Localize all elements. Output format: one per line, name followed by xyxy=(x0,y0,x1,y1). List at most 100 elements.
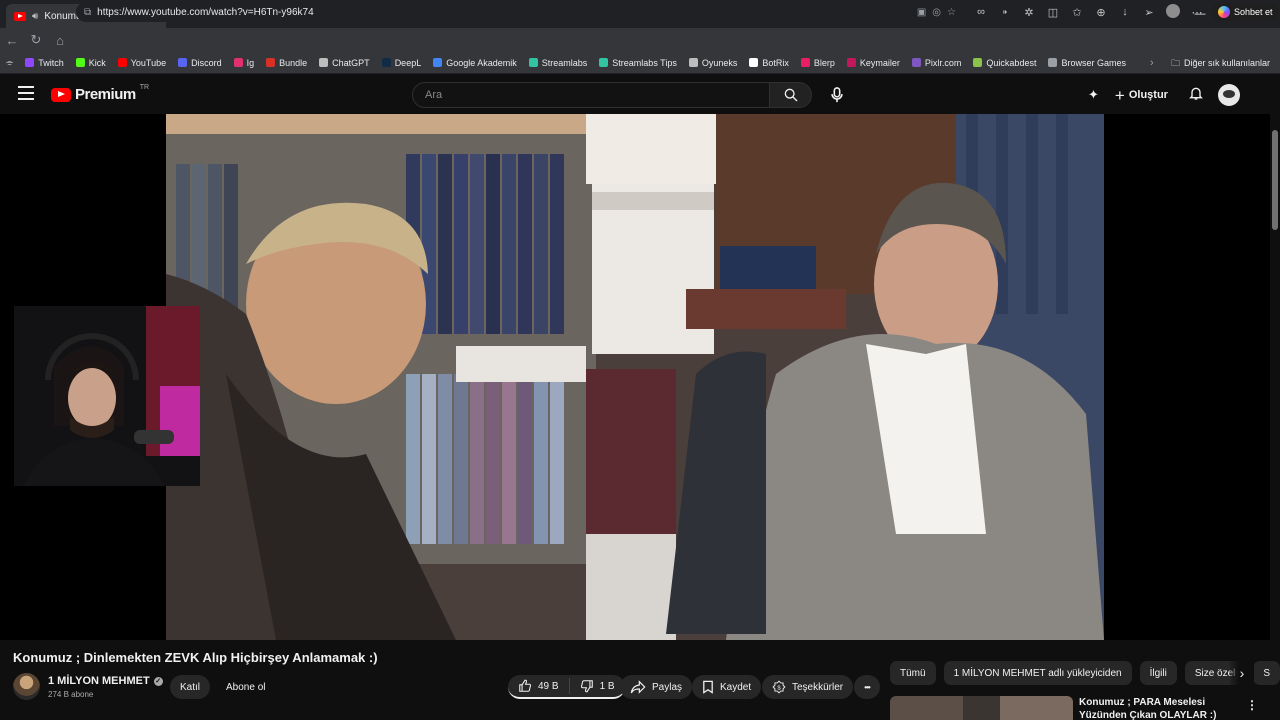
bookmark-item[interactable]: BotRix xyxy=(743,58,795,68)
site-info-icon[interactable]: ⧉ xyxy=(84,7,91,18)
bookmark-favicon-icon xyxy=(911,58,921,67)
bookmark-item[interactable]: Kick xyxy=(70,58,112,68)
bookmark-item[interactable]: Twitch xyxy=(19,58,70,68)
filter-chip[interactable]: 1 MİLYON MEHMET adlı yükleyiciden xyxy=(943,661,1132,685)
search-input[interactable] xyxy=(425,89,757,101)
menu-hamburger-icon[interactable] xyxy=(18,86,34,100)
bookmark-favicon-icon xyxy=(846,58,856,67)
bookmark-item[interactable]: Browser Games xyxy=(1042,58,1132,68)
create-button[interactable]: + Oluştur xyxy=(1109,83,1174,107)
video-frame[interactable] xyxy=(166,114,1104,640)
extensions-icon[interactable]: ✲ xyxy=(1020,6,1038,19)
bookmark-item[interactable]: Streamlabs Tips xyxy=(593,58,683,68)
chips-next-chevron-icon[interactable]: › xyxy=(1230,661,1254,685)
youtube-logo[interactable]: Premium TR xyxy=(51,84,149,103)
split-screen-icon[interactable]: ◫ xyxy=(1044,6,1062,19)
back-button[interactable]: ← xyxy=(0,33,24,48)
bookmark-label: Discord xyxy=(191,57,222,68)
bookmark-label: Kick xyxy=(88,57,106,68)
other-bookmarks-folder[interactable]: 🗀︎ Diğer sık kullanılanlar xyxy=(1171,52,1270,74)
bookmark-item[interactable]: Ig xyxy=(228,58,261,68)
like-button[interactable]: 49 B xyxy=(508,675,569,697)
bookmark-favicon-icon xyxy=(599,58,609,67)
speaker-icon[interactable]: 🔊︎ xyxy=(32,11,38,22)
channel-avatar[interactable] xyxy=(13,673,40,700)
subscribe-label: Abone ol xyxy=(226,681,266,693)
tracking-prevention-icon[interactable]: ◎ xyxy=(932,7,941,18)
bookmark-favicon-icon xyxy=(381,58,391,67)
bookmark-item[interactable]: Google Akademik xyxy=(427,58,523,68)
video-player[interactable] xyxy=(0,114,1270,640)
bookmark-item[interactable]: Oyuneks xyxy=(683,58,744,68)
bookmark-favicon-icon xyxy=(433,58,443,67)
share-label: Paylaş xyxy=(652,681,683,693)
video-scene xyxy=(166,114,1104,640)
recommended-video-menu-icon[interactable]: ⋮ xyxy=(1246,698,1258,712)
profile-icon[interactable] xyxy=(1164,3,1182,21)
voice-search-button[interactable] xyxy=(824,82,850,108)
dislike-button[interactable]: 1 B xyxy=(570,675,625,697)
share-button[interactable]: Paylaş xyxy=(620,675,693,699)
folder-icon: 🗀︎ xyxy=(1170,58,1180,68)
bookmark-label: DeepL xyxy=(394,57,422,68)
bookmark-item[interactable]: ChatGPT xyxy=(313,58,376,68)
bookmark-item[interactable]: Bundle xyxy=(260,58,313,68)
bookmark-item[interactable]: Streamlabs xyxy=(523,58,594,68)
bookmark-label: Bundle xyxy=(279,57,308,68)
copilot-button[interactable]: Sohbet et xyxy=(1212,3,1279,21)
webcam-scene xyxy=(14,306,200,486)
bookmarks-overflow-chevron-icon[interactable]: › xyxy=(1150,52,1154,74)
bookmark-icon xyxy=(703,680,713,694)
bookmark-item[interactable]: YouTube xyxy=(112,58,172,68)
bookmark-item[interactable]: Discord xyxy=(172,58,228,68)
recommended-video[interactable]: Konumuz ; PARA Meselesi Yüzünden Çıkan O… xyxy=(890,696,1270,720)
save-button[interactable]: Kaydet xyxy=(692,675,762,699)
extension-icon-1[interactable]: ∞ xyxy=(972,6,990,18)
favorite-star-icon[interactable]: ☆ xyxy=(947,7,956,18)
favorites-icon[interactable]: ✩ xyxy=(1068,6,1086,19)
scrollbar-thumb[interactable] xyxy=(1272,130,1278,230)
bookmark-item[interactable]: Quickabdest xyxy=(967,58,1042,68)
extension-icon-2[interactable]: ⁍ xyxy=(996,6,1014,19)
notifications-bell-icon[interactable] xyxy=(1184,85,1208,106)
recommended-video-title[interactable]: Konumuz ; PARA Meselesi Yüzünden Çıkan O… xyxy=(1079,696,1244,720)
filter-chip[interactable]: S xyxy=(1253,661,1280,685)
bookmark-label: BotRix xyxy=(762,57,789,68)
join-label: Katıl xyxy=(180,681,201,693)
filter-chip[interactable]: Tümü xyxy=(890,661,936,685)
downloads-icon[interactable]: ↓ xyxy=(1116,6,1134,18)
collections-icon[interactable]: ⊕ xyxy=(1092,6,1110,19)
bookmarks-bar: ⌯ Twitch Kick YouTube Discord Ig Bundle ChatGP… xyxy=(0,52,1280,74)
reload-button[interactable]: ↻ xyxy=(24,32,48,48)
bookmark-item[interactable]: Pixlr.com xyxy=(906,58,968,68)
microphone-icon xyxy=(831,87,843,103)
recommended-video-thumbnail[interactable] xyxy=(890,696,1073,720)
thanks-button[interactable]: $ Teşekkürler xyxy=(762,675,854,699)
user-avatar[interactable] xyxy=(1217,84,1240,106)
search-button[interactable] xyxy=(770,82,812,108)
share-icon[interactable]: ➢ xyxy=(1140,6,1158,19)
header-right: ✦ + Oluştur xyxy=(1088,82,1240,108)
page-scrollbar[interactable] xyxy=(1270,114,1280,720)
app-available-icon[interactable]: ▣ xyxy=(917,7,926,18)
bookmark-favicon-icon xyxy=(117,58,127,67)
bookmarks-menu-icon[interactable]: ⌯ xyxy=(0,57,19,68)
bookmark-favicon-icon xyxy=(25,58,35,67)
more-actions-button[interactable]: ••• xyxy=(854,675,880,699)
bookmark-item[interactable]: Blerp xyxy=(795,58,841,68)
address-bar[interactable]: ⧉ https://www.youtube.com/watch?v=H6Tn-y… xyxy=(76,2,964,22)
cast-icon[interactable]: ✦ xyxy=(1088,87,1099,103)
dislike-count: 1 B xyxy=(599,680,615,692)
logo-text: Premium xyxy=(75,86,136,103)
settings-more-icon[interactable]: ⋯ xyxy=(1188,6,1206,19)
filter-chip[interactable]: İlgili xyxy=(1139,661,1177,685)
channel-name[interactable]: 1 MİLYON MEHMET ✓ xyxy=(48,675,163,687)
join-button[interactable]: Katıl xyxy=(170,675,211,699)
home-button[interactable]: ⌂ xyxy=(48,33,72,48)
bookmark-item[interactable]: Keymailer xyxy=(841,58,906,68)
search-box[interactable] xyxy=(412,82,770,108)
subscribe-button[interactable]: Abone ol xyxy=(216,675,275,699)
bookmark-label: Keymailer xyxy=(859,57,900,68)
bookmark-item[interactable]: DeepL xyxy=(376,58,428,68)
more-actions-icon: ••• xyxy=(864,683,870,692)
